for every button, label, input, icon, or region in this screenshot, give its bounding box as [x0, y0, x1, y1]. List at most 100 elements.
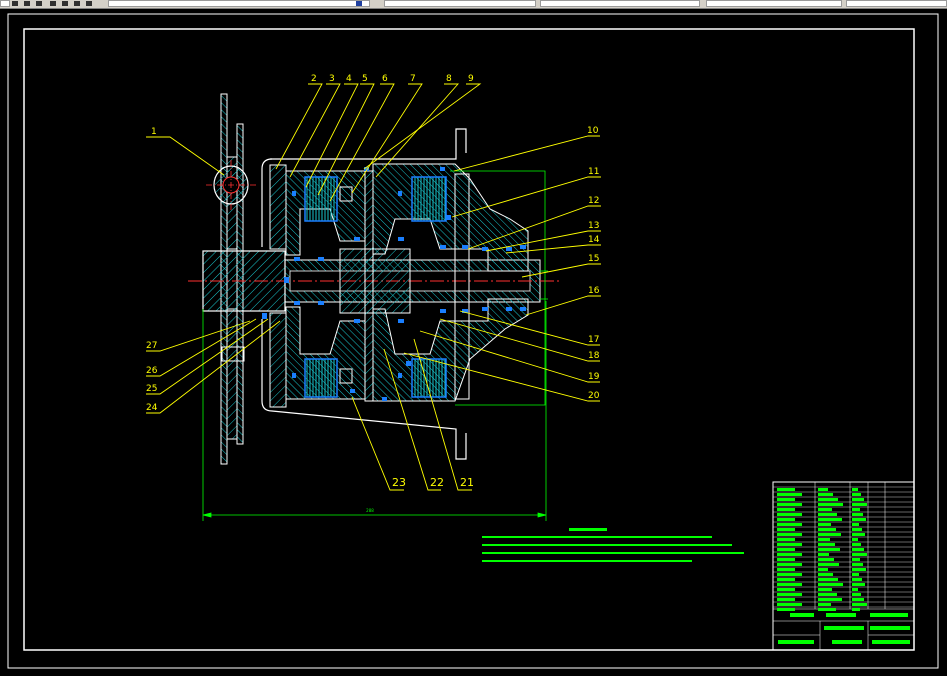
toolbar-icon-7[interactable] — [86, 1, 92, 6]
title-block-entry — [852, 503, 867, 506]
title-block-entry — [777, 513, 802, 516]
linetype-dropdown[interactable] — [540, 0, 700, 7]
title-block-entry — [777, 508, 795, 511]
title-block-entry — [818, 563, 839, 566]
drawing-canvas[interactable]: 288 1 2 3 4 5 6 7 8 9 10 11 12 13 14 15 … — [0, 9, 947, 672]
balloon-1: 1 — [151, 127, 157, 137]
title-block-entry — [818, 568, 828, 571]
title-block-entry — [852, 488, 858, 491]
title-block-entry — [818, 548, 840, 551]
cad-drawing: 288 1 2 3 4 5 6 7 8 9 10 11 12 13 14 15 … — [7, 13, 939, 669]
layer-dropdown[interactable] — [108, 0, 370, 7]
title-block-entry — [818, 488, 828, 491]
balloon-24: 24 — [146, 403, 158, 413]
title-block-entry — [777, 503, 802, 506]
title-block-entry — [852, 513, 863, 516]
title-block-entry — [818, 493, 833, 496]
balloon-15: 15 — [588, 254, 599, 264]
title-block-entry — [777, 543, 802, 546]
title-block-entry — [777, 563, 802, 566]
title-block-entry — [852, 538, 858, 541]
title-block-entry — [777, 488, 795, 491]
title-block-entry — [852, 608, 860, 611]
title-block-entry — [777, 528, 795, 531]
title-block-entry — [777, 603, 802, 606]
balloon-2: 2 — [311, 74, 317, 84]
layer-dropdown-arrow-icon[interactable] — [356, 1, 362, 6]
title-block-entry — [818, 583, 843, 586]
title-block-entry — [852, 598, 864, 601]
toolbar-dropdown-1[interactable] — [0, 0, 10, 7]
balloon-18: 18 — [588, 351, 600, 361]
title-block-entry — [852, 553, 867, 556]
balloon-14: 14 — [588, 235, 600, 245]
title-block-entry — [818, 588, 832, 591]
toolbar-icon-2[interactable] — [24, 1, 30, 6]
toolbar-icon-1[interactable] — [12, 1, 18, 6]
balloon-17: 17 — [588, 335, 599, 345]
title-block-entry — [852, 518, 866, 521]
color-dropdown[interactable] — [384, 0, 536, 7]
title-block-entry — [852, 593, 861, 596]
title-block-entry — [777, 578, 795, 581]
toolbar-icon-3[interactable] — [36, 1, 42, 6]
title-block-entry — [777, 533, 802, 536]
title-block-entry — [872, 640, 910, 644]
title-block-entry — [852, 563, 863, 566]
title-block-entry — [777, 553, 802, 556]
title-block-entry — [852, 568, 866, 571]
title-block-entry — [818, 598, 842, 601]
title-block-entry — [777, 598, 795, 601]
title-block-entry — [832, 640, 862, 644]
title-block-entry — [777, 588, 795, 591]
title-block-entry — [818, 578, 838, 581]
title-block-entry — [777, 498, 795, 501]
title-block-entry — [852, 533, 865, 536]
dimension-value-bottom: 288 — [366, 508, 374, 513]
balloon-5: 5 — [362, 74, 368, 84]
title-block-entry — [818, 573, 833, 576]
title-block-entry — [852, 523, 859, 526]
title-block-entry — [818, 518, 842, 521]
toolbar-icon-6[interactable] — [74, 1, 80, 6]
title-block-entry — [777, 518, 795, 521]
balloon-22: 22 — [430, 476, 444, 489]
title-block-entry — [852, 498, 864, 501]
title-block-entry — [818, 503, 843, 506]
title-block-entry — [777, 523, 802, 526]
title-block-entry — [777, 568, 795, 571]
balloon-3: 3 — [329, 74, 335, 84]
balloon-4: 4 — [346, 74, 352, 84]
balloon-12: 12 — [588, 196, 599, 206]
title-block-entry — [818, 523, 831, 526]
title-block-entry — [852, 578, 862, 581]
balloon-13: 13 — [588, 221, 599, 231]
title-block-entry — [818, 543, 835, 546]
title-block-entry — [777, 608, 795, 611]
plotstyle-dropdown[interactable] — [846, 0, 947, 7]
toolbar-icon-5[interactable] — [62, 1, 68, 6]
lineweight-dropdown[interactable] — [706, 0, 842, 7]
title-block-entry — [852, 583, 865, 586]
balloon-11: 11 — [588, 167, 599, 177]
balloon-10: 10 — [587, 126, 599, 136]
balloon-21: 21 — [460, 476, 474, 489]
balloon-7: 7 — [410, 74, 416, 84]
toolbar-icon-4[interactable] — [50, 1, 56, 6]
title-block-entry — [852, 508, 860, 511]
title-block-entry — [852, 493, 861, 496]
title-block-entry — [818, 553, 829, 556]
title-block-entry — [790, 613, 814, 617]
title-block-entry — [818, 558, 834, 561]
title-block-entry — [778, 640, 814, 644]
title-block-entry — [826, 613, 856, 617]
title-block-entry — [870, 613, 908, 617]
title-block-entry — [818, 498, 838, 501]
title-block-entry — [777, 548, 795, 551]
title-block-entry — [818, 508, 832, 511]
title-block-entry — [777, 593, 802, 596]
title-block-entry — [852, 573, 859, 576]
title-block-entry — [818, 513, 837, 516]
title-block-entry — [777, 583, 802, 586]
title-block-entry — [818, 603, 831, 606]
